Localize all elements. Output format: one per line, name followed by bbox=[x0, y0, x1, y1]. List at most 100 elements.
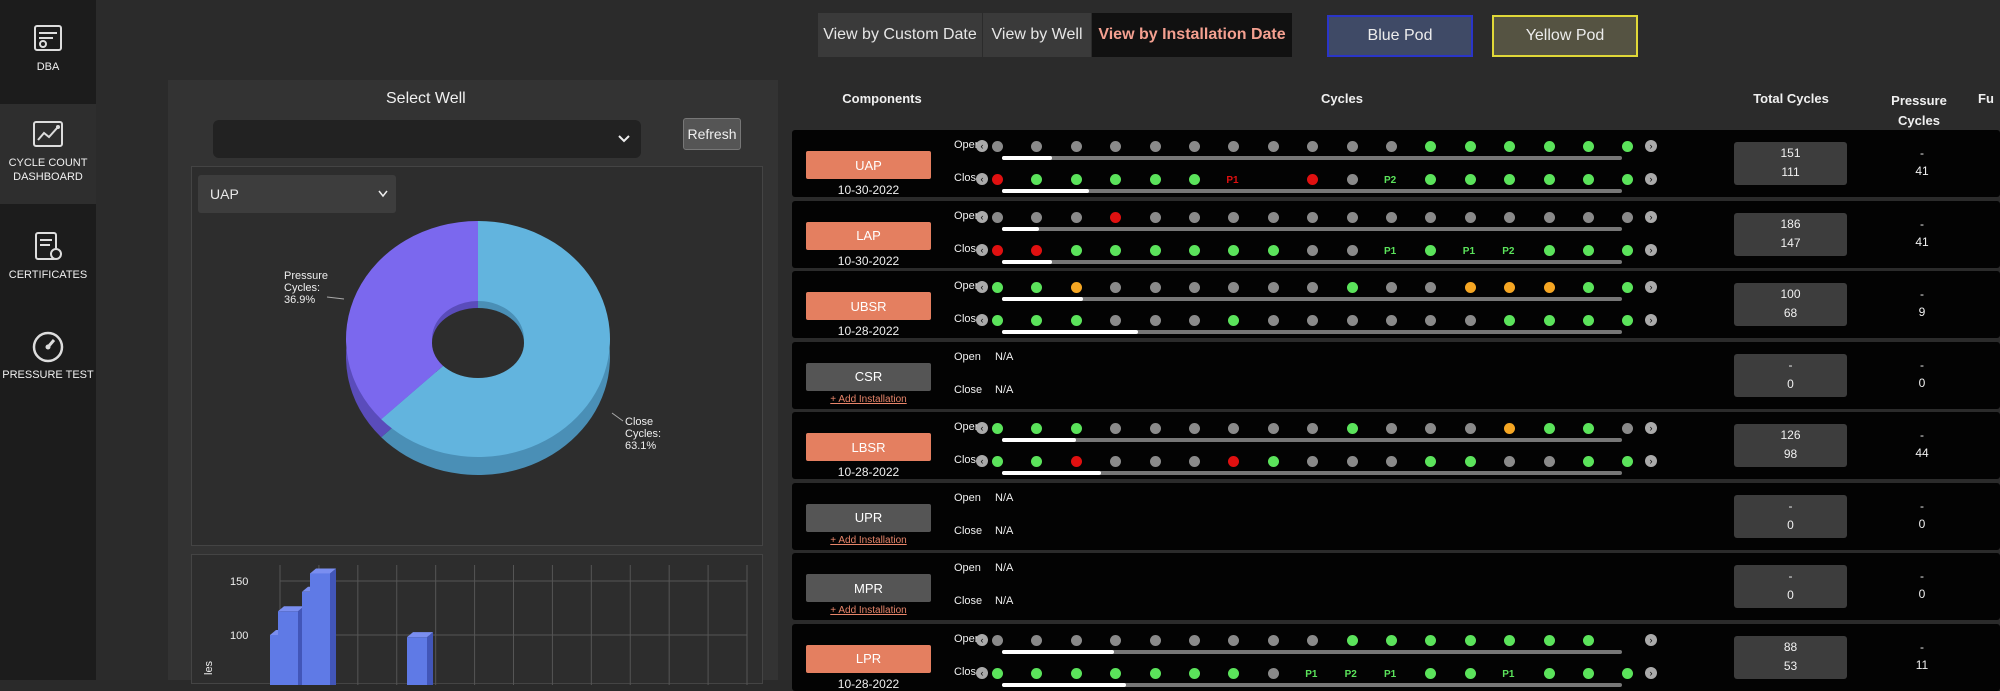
well-dropdown[interactable] bbox=[213, 120, 641, 158]
cycle-scroll-track[interactable] bbox=[1002, 330, 1622, 334]
scroll-right-arrow-icon[interactable]: › bbox=[1645, 140, 1657, 152]
cycle-scroll-track[interactable] bbox=[1002, 682, 1622, 687]
sidebar-item-cycle-count-dashboard[interactable]: CYCLE COUNT DASHBOARD bbox=[0, 104, 96, 204]
cycle-dot[interactable] bbox=[1267, 244, 1279, 256]
add-installation-link[interactable]: + Add Installation bbox=[806, 394, 931, 405]
scroll-left-arrow-icon[interactable]: ‹ bbox=[976, 314, 988, 326]
cycle-dot[interactable] bbox=[1228, 315, 1240, 326]
scroll-left-arrow-icon[interactable]: ‹ bbox=[976, 455, 988, 467]
cycle-dot[interactable] bbox=[1189, 315, 1200, 326]
cycle-dot[interactable] bbox=[992, 244, 1003, 256]
cycle-dot[interactable] bbox=[1307, 282, 1319, 293]
cycle-dot[interactable] bbox=[1070, 667, 1082, 679]
cycle-dot[interactable] bbox=[1267, 423, 1279, 434]
component-button[interactable]: UBSR bbox=[806, 292, 931, 320]
cycle-dot[interactable] bbox=[1504, 315, 1516, 326]
cycle-dot[interactable] bbox=[1543, 634, 1555, 646]
cycle-dot[interactable] bbox=[1583, 634, 1594, 646]
cycle-dot[interactable] bbox=[1464, 667, 1476, 679]
cycle-dot[interactable] bbox=[992, 141, 1003, 152]
scroll-right-arrow-icon[interactable]: › bbox=[1645, 314, 1657, 326]
cycle-scroll-track[interactable] bbox=[1002, 438, 1622, 442]
cycle-scroll-thumb[interactable] bbox=[1002, 330, 1139, 334]
cycle-dot[interactable] bbox=[1070, 141, 1082, 152]
cycle-dot[interactable] bbox=[1543, 211, 1555, 223]
scroll-right-arrow-icon[interactable]: › bbox=[1645, 422, 1657, 434]
cycle-dot[interactable] bbox=[1583, 667, 1594, 679]
cycle-dot[interactable] bbox=[1110, 423, 1122, 434]
cycle-dot[interactable] bbox=[1267, 667, 1279, 679]
cycle-dot[interactable] bbox=[1346, 315, 1358, 326]
cycle-dot[interactable] bbox=[1425, 456, 1437, 467]
cycle-dot[interactable] bbox=[1228, 244, 1240, 256]
cycle-dot[interactable] bbox=[1464, 634, 1476, 646]
cycle-dot[interactable] bbox=[1031, 456, 1043, 467]
cycle-dot[interactable] bbox=[1031, 634, 1043, 646]
cycle-dot[interactable] bbox=[1149, 315, 1161, 326]
cycle-scroll-thumb[interactable] bbox=[1002, 226, 1040, 231]
sidebar-item-certificates[interactable]: CERTIFICATES bbox=[0, 230, 96, 310]
cycle-dot[interactable] bbox=[1425, 244, 1437, 256]
cycle-dot[interactable] bbox=[1189, 141, 1200, 152]
cycle-dot[interactable] bbox=[1189, 667, 1200, 679]
cycle-dot[interactable] bbox=[1425, 282, 1437, 293]
cycle-dot[interactable] bbox=[992, 211, 1003, 223]
cycle-dot[interactable] bbox=[1464, 456, 1476, 467]
cycle-dot[interactable] bbox=[1464, 174, 1476, 185]
cycle-dot[interactable] bbox=[1110, 244, 1122, 256]
cycle-dot[interactable] bbox=[1583, 282, 1594, 293]
cycle-dot[interactable] bbox=[1346, 423, 1358, 434]
scroll-left-arrow-icon[interactable]: ‹ bbox=[976, 633, 988, 646]
cycle-dot[interactable] bbox=[1386, 315, 1397, 326]
cycle-dot[interactable] bbox=[1189, 456, 1200, 467]
cycle-dot[interactable] bbox=[1149, 634, 1161, 646]
cycle-dot[interactable] bbox=[1189, 211, 1200, 223]
sidebar-item-dba[interactable]: DBA bbox=[0, 22, 96, 102]
cycle-dot[interactable] bbox=[1543, 456, 1555, 467]
cycle-dot[interactable] bbox=[1464, 282, 1476, 293]
cycle-dot[interactable] bbox=[1031, 211, 1043, 223]
cycle-dot[interactable] bbox=[1189, 174, 1200, 185]
cycle-dot[interactable] bbox=[1504, 174, 1516, 185]
cycle-dot[interactable] bbox=[1622, 315, 1634, 326]
cycle-dot[interactable] bbox=[1583, 423, 1594, 434]
cycle-dot[interactable] bbox=[1307, 174, 1319, 185]
cycle-scroll-track[interactable] bbox=[1002, 297, 1622, 301]
cycle-dot[interactable] bbox=[1622, 456, 1634, 467]
cycle-dot[interactable] bbox=[1149, 174, 1161, 185]
cycle-dot[interactable] bbox=[1267, 141, 1279, 152]
cycle-dot[interactable] bbox=[1425, 667, 1437, 679]
cycle-dot[interactable] bbox=[1622, 423, 1634, 434]
scroll-right-arrow-icon[interactable]: › bbox=[1645, 243, 1657, 256]
cycle-dot[interactable] bbox=[1307, 315, 1319, 326]
cycle-dot[interactable] bbox=[1031, 244, 1043, 256]
cycle-scroll-track[interactable] bbox=[1002, 649, 1622, 654]
cycle-scroll-thumb[interactable] bbox=[1002, 471, 1102, 475]
cycle-dot[interactable] bbox=[1307, 634, 1319, 646]
cycle-dot[interactable] bbox=[1070, 211, 1082, 223]
scroll-left-arrow-icon[interactable]: ‹ bbox=[976, 666, 988, 679]
cycle-dot[interactable] bbox=[1110, 211, 1122, 223]
cycle-dot[interactable] bbox=[1228, 211, 1240, 223]
cycle-dot[interactable] bbox=[1425, 211, 1437, 223]
cycle-dot[interactable] bbox=[1031, 667, 1043, 679]
cycle-dot[interactable] bbox=[1346, 634, 1358, 646]
cycle-dot[interactable] bbox=[1228, 141, 1240, 152]
cycle-dot[interactable] bbox=[1031, 174, 1043, 185]
cycle-dot[interactable] bbox=[992, 456, 1003, 467]
cycle-dot[interactable] bbox=[1267, 634, 1279, 646]
cycle-dot[interactable] bbox=[1386, 423, 1397, 434]
cycle-dot[interactable] bbox=[1149, 282, 1161, 293]
cycle-dot[interactable] bbox=[1504, 282, 1516, 293]
cycle-dot[interactable] bbox=[1149, 244, 1161, 256]
cycle-dot[interactable] bbox=[1425, 141, 1437, 152]
cycle-scroll-track[interactable] bbox=[1002, 226, 1622, 231]
scroll-right-arrow-icon[interactable]: › bbox=[1645, 281, 1657, 293]
cycle-dot[interactable] bbox=[992, 282, 1003, 293]
scroll-right-arrow-icon[interactable]: › bbox=[1645, 455, 1657, 467]
cycle-dot[interactable] bbox=[1307, 141, 1319, 152]
scroll-right-arrow-icon[interactable]: › bbox=[1645, 173, 1657, 185]
component-button[interactable]: UPR bbox=[806, 503, 931, 532]
cycle-dot[interactable] bbox=[1149, 667, 1161, 679]
cycle-dot[interactable] bbox=[1425, 634, 1437, 646]
